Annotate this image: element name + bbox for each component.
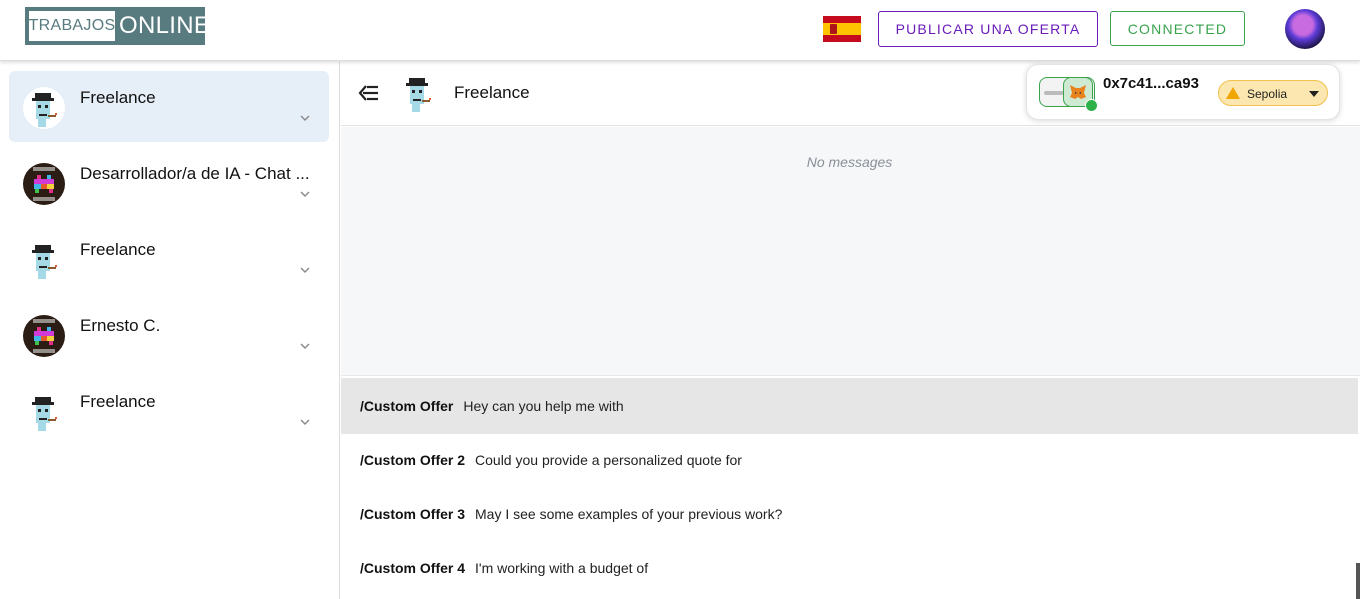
conversation-item[interactable]: Ernesto C. bbox=[9, 299, 329, 370]
conversation-name: Ernesto C. bbox=[80, 316, 161, 335]
connected-button[interactable]: CONNECTED bbox=[1110, 11, 1245, 46]
chevron-down-icon[interactable] bbox=[299, 265, 311, 275]
caret-down-icon bbox=[1309, 91, 1319, 97]
wallet-address: 0x7c41...ca93 bbox=[1103, 75, 1199, 92]
collapse-sidebar-icon[interactable] bbox=[357, 82, 381, 104]
offer-suggestion[interactable]: /Custom Offer Hey can you help me with bbox=[341, 378, 1358, 434]
offer-command: /Custom Offer 2 bbox=[360, 452, 466, 468]
conversation-item[interactable]: Freelance bbox=[9, 223, 329, 294]
conversation-item[interactable]: Freelance bbox=[9, 71, 329, 142]
offer-text: I'm working with a budget of bbox=[475, 560, 649, 576]
offer-command: /Custom Offer 4 bbox=[360, 560, 466, 576]
logo-text-right: ONLINE bbox=[119, 12, 211, 39]
offer-text: Hey can you help me with bbox=[463, 398, 624, 414]
punk-avatar bbox=[23, 239, 65, 281]
conversation-item[interactable]: Desarrollador/a de IA - Chat ... bbox=[9, 147, 329, 218]
chat-title: Freelance bbox=[454, 83, 530, 102]
chevron-down-icon[interactable] bbox=[299, 341, 311, 351]
offer-suggestions: /Custom Offer Hey can you help me with /… bbox=[341, 375, 1360, 599]
logo-text-left: TRABAJOS bbox=[29, 11, 115, 41]
chevron-down-icon[interactable] bbox=[299, 189, 311, 199]
chevron-down-icon[interactable] bbox=[299, 417, 311, 427]
offer-command: /Custom Offer 3 bbox=[360, 506, 466, 522]
conversation-name: Desarrollador/a de IA - Chat ... bbox=[80, 164, 310, 183]
retro-games-avatar bbox=[23, 315, 65, 357]
wallet-popover: 0x7c41...ca93 Sepolia bbox=[1026, 64, 1340, 120]
site-logo[interactable]: TRABAJOS ONLINE bbox=[25, 7, 210, 45]
connected-check-icon bbox=[1085, 99, 1098, 112]
network-selector[interactable]: Sepolia bbox=[1218, 80, 1328, 106]
warning-icon bbox=[1226, 87, 1240, 99]
punk-avatar bbox=[23, 87, 65, 129]
network-name: Sepolia bbox=[1247, 87, 1288, 101]
message-area: No messages bbox=[341, 127, 1360, 375]
offer-suggestion[interactable]: /Custom Offer 3 May I see some examples … bbox=[341, 486, 1358, 542]
spain-flag-icon[interactable] bbox=[823, 16, 861, 42]
punk-avatar bbox=[397, 72, 439, 114]
offer-text: May I see some examples of your previous… bbox=[475, 506, 783, 522]
offer-suggestion[interactable]: /Custom Offer 2 Could you provide a pers… bbox=[341, 432, 1358, 488]
conversation-sidebar: Freelance Desarrollador/a de IA - Chat .… bbox=[0, 62, 340, 599]
offer-command: /Custom Offer bbox=[360, 398, 454, 414]
top-bar: TRABAJOS ONLINE PUBLICAR UNA OFERTA CONN… bbox=[0, 0, 1360, 61]
user-avatar[interactable] bbox=[1285, 9, 1325, 49]
retro-games-avatar bbox=[23, 163, 65, 205]
conversation-name: Freelance bbox=[80, 88, 156, 107]
offer-suggestion[interactable]: /Custom Offer 4 I'm working with a budge… bbox=[341, 540, 1358, 596]
chevron-down-icon[interactable] bbox=[299, 113, 311, 123]
offer-text: Could you provide a personalized quote f… bbox=[475, 452, 742, 468]
conversation-name: Freelance bbox=[80, 392, 156, 411]
conversation-name: Freelance bbox=[80, 240, 156, 259]
empty-messages-text: No messages bbox=[806, 154, 893, 170]
punk-avatar bbox=[23, 391, 65, 433]
scrollbar[interactable] bbox=[1356, 563, 1360, 599]
publish-offer-button[interactable]: PUBLICAR UNA OFERTA bbox=[878, 11, 1098, 47]
conversation-item[interactable]: Freelance bbox=[9, 375, 329, 446]
